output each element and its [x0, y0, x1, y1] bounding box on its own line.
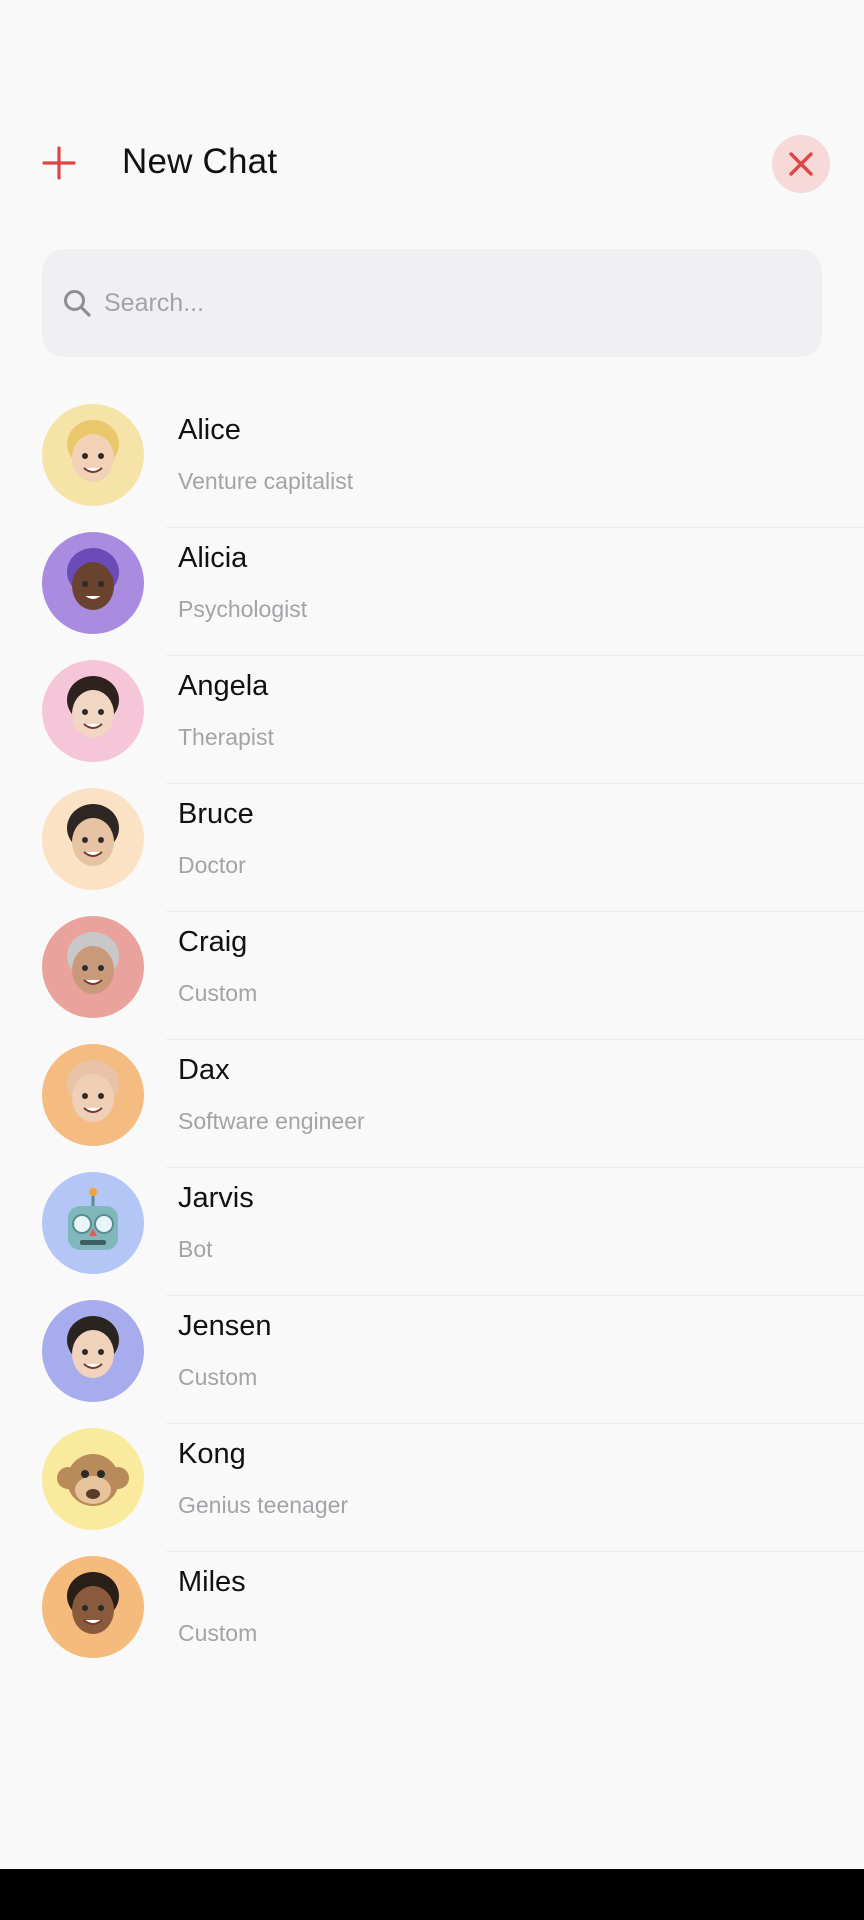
avatar	[42, 1044, 144, 1146]
contact-name: Kong	[178, 1438, 246, 1470]
contact-row[interactable]: Angela Therapist	[0, 656, 864, 784]
avatar	[42, 660, 144, 762]
contact-role: Doctor	[178, 852, 246, 878]
memoji-purple-hair-woman-icon	[42, 532, 144, 634]
memoji-bald-bearded-man-icon	[42, 1044, 144, 1146]
contact-row[interactable]: Jensen Custom	[0, 1296, 864, 1424]
contact-role: Custom	[178, 1364, 258, 1390]
avatar	[42, 404, 144, 506]
contact-name: Alicia	[178, 542, 248, 574]
contact-list: Alice Venture capitalist Alicia Psychologis…	[0, 400, 864, 1680]
contact-role: Venture capitalist	[178, 468, 354, 494]
contact-role: Therapist	[178, 724, 274, 750]
close-icon	[789, 152, 813, 176]
avatar	[42, 1300, 144, 1402]
memoji-dark-hair-woman-icon	[42, 660, 144, 762]
contact-name: Craig	[178, 926, 248, 958]
contact-row[interactable]: Bruce Doctor	[0, 784, 864, 912]
memoji-curly-hair-man-icon	[42, 1556, 144, 1658]
header: New Chat	[0, 130, 864, 200]
contact-row[interactable]: Alicia Psychologist	[0, 528, 864, 656]
contact-name: Jensen	[178, 1310, 272, 1342]
contact-role: Genius teenager	[178, 1492, 349, 1518]
contact-name: Jarvis	[178, 1182, 254, 1214]
search-input[interactable]	[102, 287, 786, 319]
memoji-blonde-woman-icon	[42, 404, 144, 506]
contact-name: Dax	[178, 1054, 230, 1086]
avatar	[42, 916, 144, 1018]
contact-name: Angela	[178, 670, 269, 702]
avatar	[42, 788, 144, 890]
contact-row[interactable]: Dax Software engineer	[0, 1040, 864, 1168]
avatar	[42, 1172, 144, 1274]
contact-row[interactable]: Kong Genius teenager	[0, 1424, 864, 1552]
new-chat-add-button[interactable]	[34, 138, 84, 188]
system-navigation-bar	[0, 1869, 864, 1920]
close-button[interactable]	[772, 135, 830, 193]
memoji-bearded-man-winking-icon	[42, 788, 144, 890]
robot-icon	[42, 1172, 144, 1274]
contact-role: Bot	[178, 1236, 213, 1262]
contact-role: Psychologist	[178, 596, 308, 622]
contact-role: Software engineer	[178, 1108, 365, 1134]
contact-name: Bruce	[178, 798, 254, 830]
contact-row[interactable]: Craig Custom	[0, 912, 864, 1040]
contact-row[interactable]: Jarvis Bot	[0, 1168, 864, 1296]
contact-role: Custom	[178, 1620, 258, 1646]
monkey-icon	[42, 1428, 144, 1530]
plus-icon	[42, 146, 76, 180]
page-title: New Chat	[122, 142, 278, 181]
contact-row[interactable]: Alice Venture capitalist	[0, 400, 864, 528]
contact-name: Miles	[178, 1566, 246, 1598]
avatar	[42, 1428, 144, 1530]
contact-role: Custom	[178, 980, 258, 1006]
memoji-man-cap-glasses-icon	[42, 916, 144, 1018]
contact-name: Alice	[178, 414, 241, 446]
contact-row[interactable]: Miles Custom	[0, 1552, 864, 1680]
avatar	[42, 1556, 144, 1658]
search-bar[interactable]	[42, 249, 822, 357]
avatar	[42, 532, 144, 634]
search-icon	[60, 286, 94, 320]
memoji-man-glasses-icon	[42, 1300, 144, 1402]
